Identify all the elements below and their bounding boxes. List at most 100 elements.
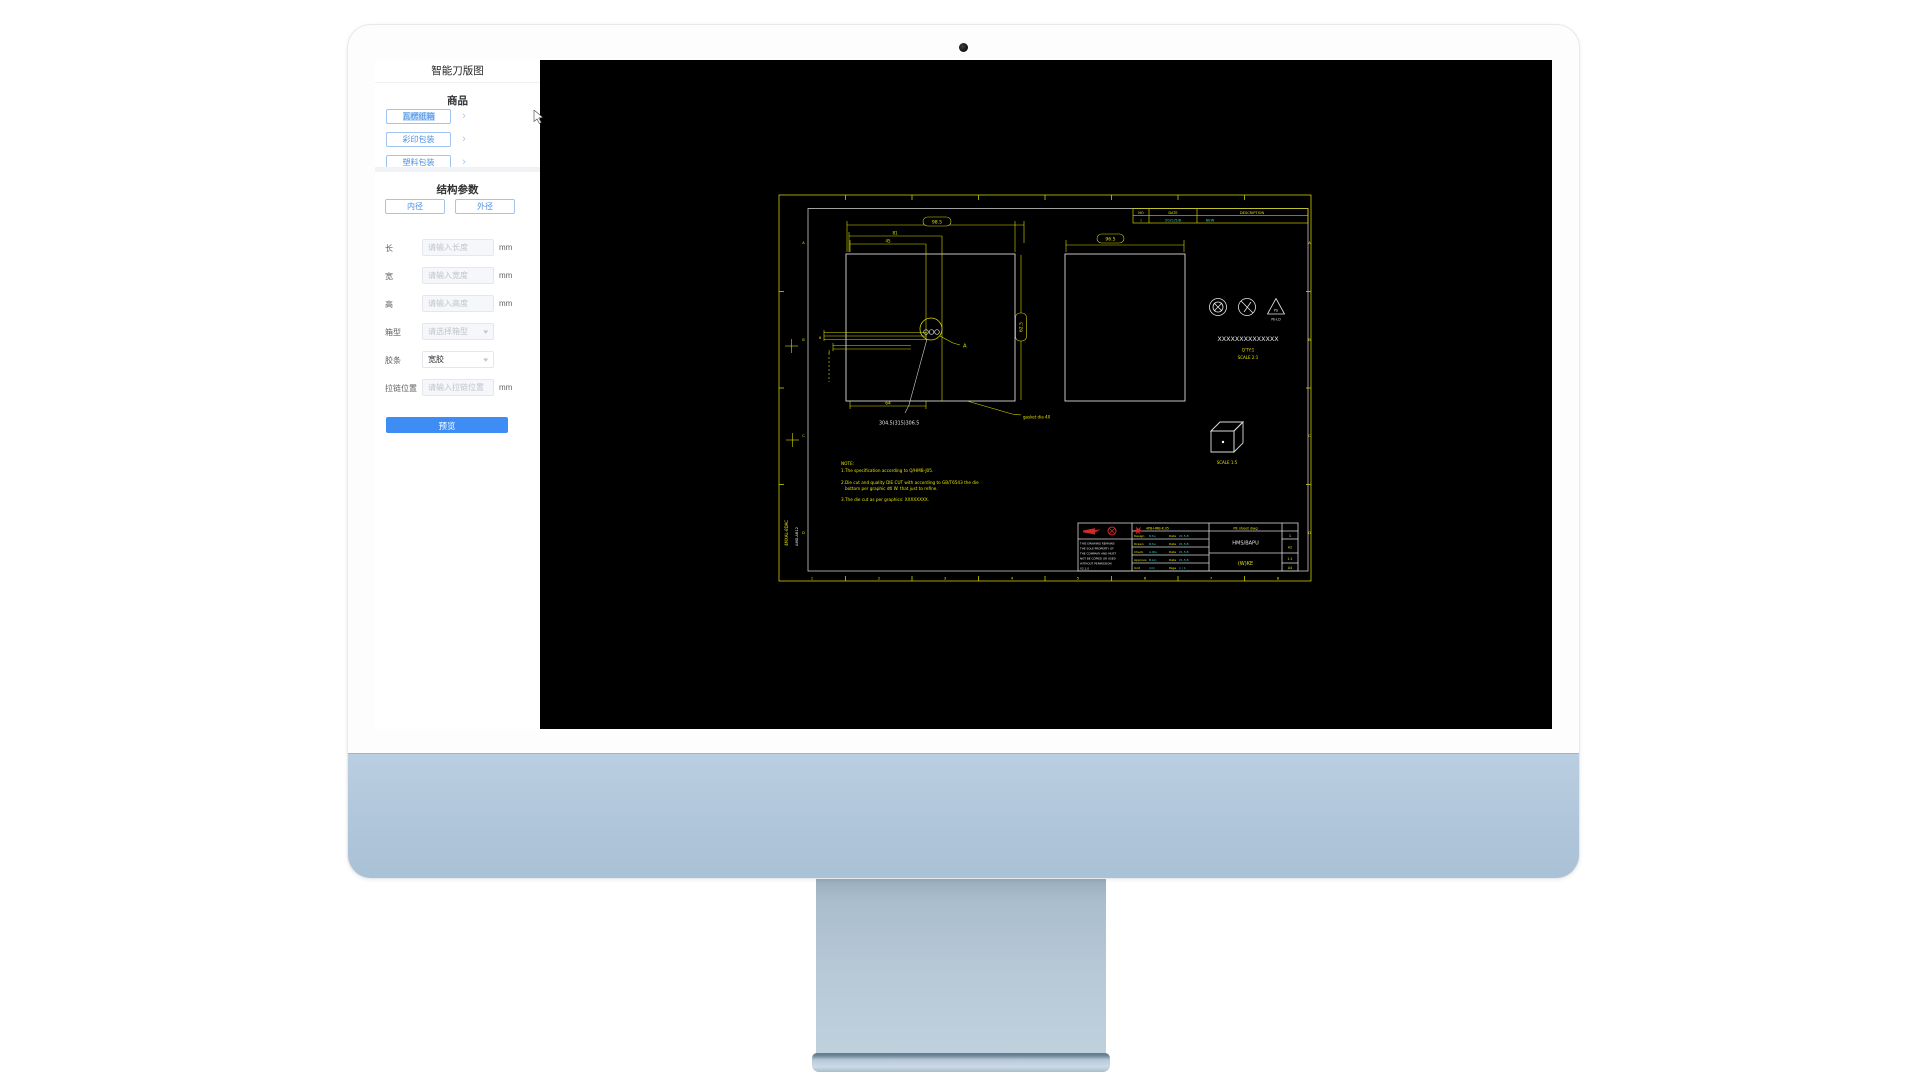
svg-text:4: 4 (1011, 576, 1014, 580)
svg-text:Design: Design (1134, 534, 1144, 538)
notes-block: NOTE: 1.The specification according to Q… (841, 461, 979, 502)
revision-table: NO DATE DESCRIPTION 1 2021/5/8 NEW (1133, 209, 1308, 224)
monitor-base (812, 1053, 1110, 1072)
svg-text:21.5.8: 21.5.8 (1179, 550, 1189, 554)
dimension-lines (785, 221, 1184, 447)
zipper-input[interactable] (422, 379, 494, 396)
height-unit: mm (499, 299, 512, 308)
svg-text:1:1: 1:1 (1287, 557, 1292, 561)
svg-text:Date: Date (1169, 558, 1176, 562)
monitor-chin (348, 753, 1579, 878)
cad-canvas[interactable]: A B C D A B C D 1 2 3 4 5 6 7 8 (540, 60, 1552, 729)
svg-text:D: D (802, 531, 805, 535)
svg-text:A.Wu: A.Wu (1149, 550, 1157, 554)
product-item-label: 瓦楞纸箱 (403, 112, 435, 121)
length-row: 长 mm (385, 239, 530, 256)
cad-drawing: A B C D A B C D 1 2 3 4 5 6 7 8 (777, 193, 1313, 583)
svg-text:NEW: NEW (1206, 218, 1215, 222)
svg-text:21.5.8: 21.5.8 (1179, 542, 1189, 546)
glue-label: 胶条 (385, 355, 401, 366)
chevron-right-icon[interactable]: › (458, 109, 470, 124)
height-input[interactable] (422, 295, 494, 312)
product-item-corrugated-button[interactable]: 瓦楞纸箱 (386, 109, 451, 124)
svg-text:1 / 1: 1 / 1 (1179, 566, 1186, 570)
svg-text:B.Lin: B.Lin (1149, 558, 1157, 562)
product-item-label: 彩印包装 (403, 135, 435, 144)
svg-text:NOT BE COPIED OR USED: NOT BE COPIED OR USED (1080, 557, 1116, 561)
params-section-title: 结构参数 (375, 182, 540, 197)
svg-text:62.5: 62.5 (1019, 322, 1025, 332)
svg-text:3: 3 (944, 576, 946, 580)
svg-text:1: 1 (1140, 218, 1142, 222)
svg-text:D: D (1308, 531, 1311, 535)
svg-text:Q'TY:1: Q'TY:1 (1242, 348, 1255, 353)
glue-select[interactable]: 宽胶 ▾ (422, 351, 494, 368)
inner-border (808, 209, 1308, 572)
svg-text:R.Su: R.Su (1149, 542, 1156, 546)
svg-text:A4: A4 (1288, 566, 1292, 570)
screen: 智能刀版图 商品 瓦楞纸箱 › 彩印包装 › 塑料包装 › 结构参数 内径 外径… (375, 60, 1552, 729)
svg-text:mm: mm (1149, 566, 1155, 570)
svg-text:NOTE:: NOTE: (841, 461, 854, 466)
svg-text:64: 64 (885, 400, 891, 406)
svg-text:A: A (963, 344, 967, 350)
product-item-label: 塑料包装 (403, 158, 435, 167)
preview-button[interactable]: 预览 (386, 417, 508, 433)
svg-text:81: 81 (892, 231, 898, 236)
svg-text:THIS DRAWING REMAINS: THIS DRAWING REMAINS (1079, 542, 1115, 546)
svg-text:1.The specification according: 1.The specification according to Q/HMB-J… (841, 468, 933, 473)
box-type-select[interactable]: 请选择箱型 ▾ (422, 323, 494, 340)
width-label: 宽 (385, 271, 393, 282)
svg-text:PE-LD: PE-LD (1271, 318, 1281, 322)
product-item-colorprint-button[interactable]: 彩印包装 (386, 132, 451, 147)
detail-circle: 304.5(315)306.5 (879, 318, 942, 427)
svg-text:DATE: DATE (1168, 211, 1178, 215)
svg-text:21.5.8: 21.5.8 (1179, 558, 1189, 562)
inner-size-toggle[interactable]: 内径 (385, 199, 445, 214)
length-unit: mm (499, 243, 512, 252)
chevron-down-icon: ▾ (484, 328, 489, 336)
svg-text:2.Die cut and quality DIE CUT: 2.Die cut and quality DIE CUT with accor… (841, 480, 979, 485)
svg-text:6: 6 (1144, 576, 1147, 580)
height-row: 高 mm (385, 295, 530, 312)
monitor-stand (816, 875, 1106, 1056)
certification-symbols (1210, 299, 1285, 316)
svg-text:DESCRIPTION: DESCRIPTION (1240, 211, 1265, 215)
mouse-cursor-icon (533, 110, 544, 124)
outer-size-toggle[interactable]: 外径 (455, 199, 515, 214)
svg-text:HMS/BAPU: HMS/BAPU (1232, 541, 1259, 547)
svg-text:8: 8 (819, 336, 821, 340)
box-type-row: 箱型 请选择箱型 ▾ (385, 323, 530, 340)
height-label: 高 (385, 299, 393, 310)
svg-text:C: C (802, 434, 805, 438)
chevron-right-icon[interactable]: › (458, 132, 470, 147)
zipper-label: 拉链位置 (385, 383, 417, 394)
svg-text:Date: Date (1169, 534, 1176, 538)
svg-text:SCALE 1:5: SCALE 1:5 (1217, 460, 1238, 465)
svg-text:PS: PS (1274, 309, 1278, 313)
svg-text:A2: A2 (1288, 546, 1292, 550)
glue-row: 胶条 宽胶 ▾ (385, 351, 530, 368)
title-block-rows: DesignR.SuDate21.5.8 DrawnR.SuDate21.5.8… (1134, 534, 1189, 570)
svg-text:XXXXXXXXXXXXXX: XXXXXXXXXXXXXX (1217, 335, 1279, 343)
title-block: THIS DRAWING REMAINS THE SOLE PROPERTY O… (1078, 523, 1298, 571)
chevron-down-icon: ▾ (484, 356, 489, 364)
svg-text:Drawn: Drawn (1134, 542, 1144, 546)
length-input[interactable] (422, 239, 494, 256)
box-type-label: 箱型 (385, 327, 401, 338)
svg-text:WITHOUT PERMISSION: WITHOUT PERMISSION (1080, 562, 1112, 566)
svg-text:Check: Check (1134, 550, 1143, 554)
svg-text:98.5: 98.5 (932, 220, 942, 226)
svg-text:7: 7 (1210, 576, 1212, 580)
title-block-legal-text: THIS DRAWING REMAINS THE SOLE PROPERTY O… (1079, 542, 1116, 571)
width-input[interactable] (422, 267, 494, 284)
width-row: 宽 mm (385, 267, 530, 284)
svg-text:THE SOLE PROPERTY OF: THE SOLE PROPERTY OF (1079, 547, 1114, 551)
svg-text:A: A (802, 241, 805, 245)
camera-dot (959, 43, 968, 52)
svg-text:Unit: Unit (1134, 566, 1141, 570)
svg-text:Date: Date (1169, 542, 1176, 546)
zipper-unit: mm (499, 383, 512, 392)
sidebar: 智能刀版图 商品 瓦楞纸箱 › 彩印包装 › 塑料包装 › 结构参数 内径 外径… (375, 60, 540, 729)
svg-text:NO: NO (1138, 211, 1144, 215)
